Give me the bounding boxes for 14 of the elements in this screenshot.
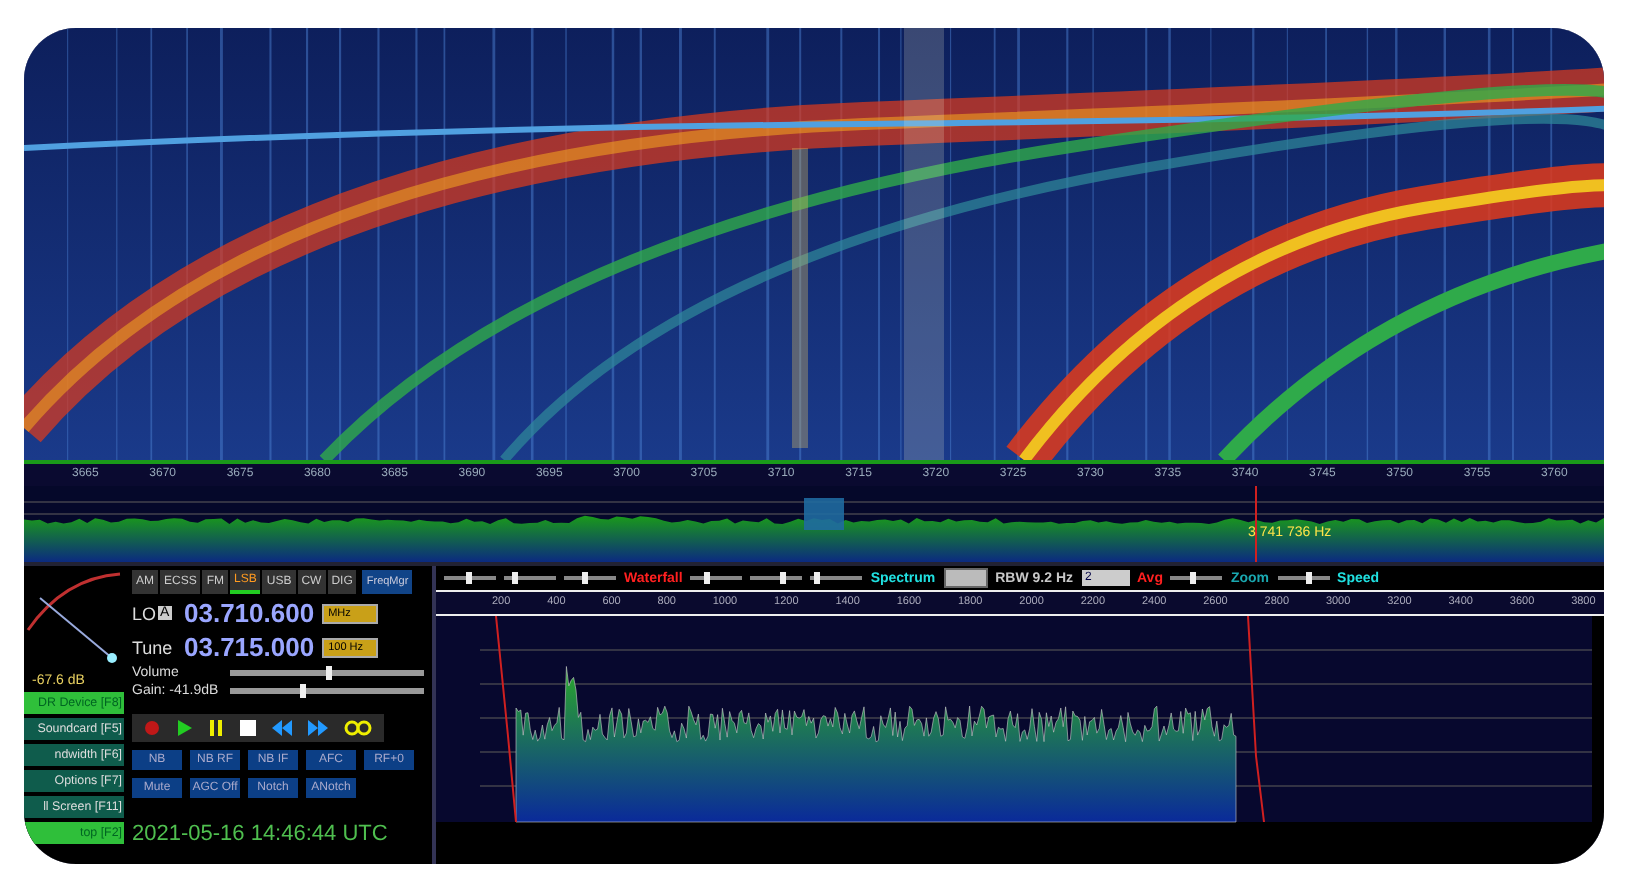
frequency-label: LO bbox=[132, 603, 157, 623]
frequency-value: 03.715.000 bbox=[184, 632, 315, 662]
rewind-icon[interactable] bbox=[272, 720, 292, 736]
loop-icon[interactable] bbox=[344, 720, 372, 736]
frequency-value: 03.710.600 bbox=[184, 598, 315, 628]
pause-icon[interactable] bbox=[208, 720, 224, 736]
utc-clock: 2021-05-16 14:46:44 UTC bbox=[132, 822, 390, 846]
gain-slider[interactable] bbox=[230, 688, 424, 694]
frequency-label: Tune bbox=[132, 637, 173, 657]
play-icon[interactable] bbox=[176, 720, 192, 736]
spinner-control[interactable] bbox=[943, 568, 988, 588]
fast-forward-icon[interactable] bbox=[308, 720, 328, 736]
record-icon[interactable] bbox=[144, 720, 160, 736]
volume-slider[interactable] bbox=[230, 670, 424, 676]
